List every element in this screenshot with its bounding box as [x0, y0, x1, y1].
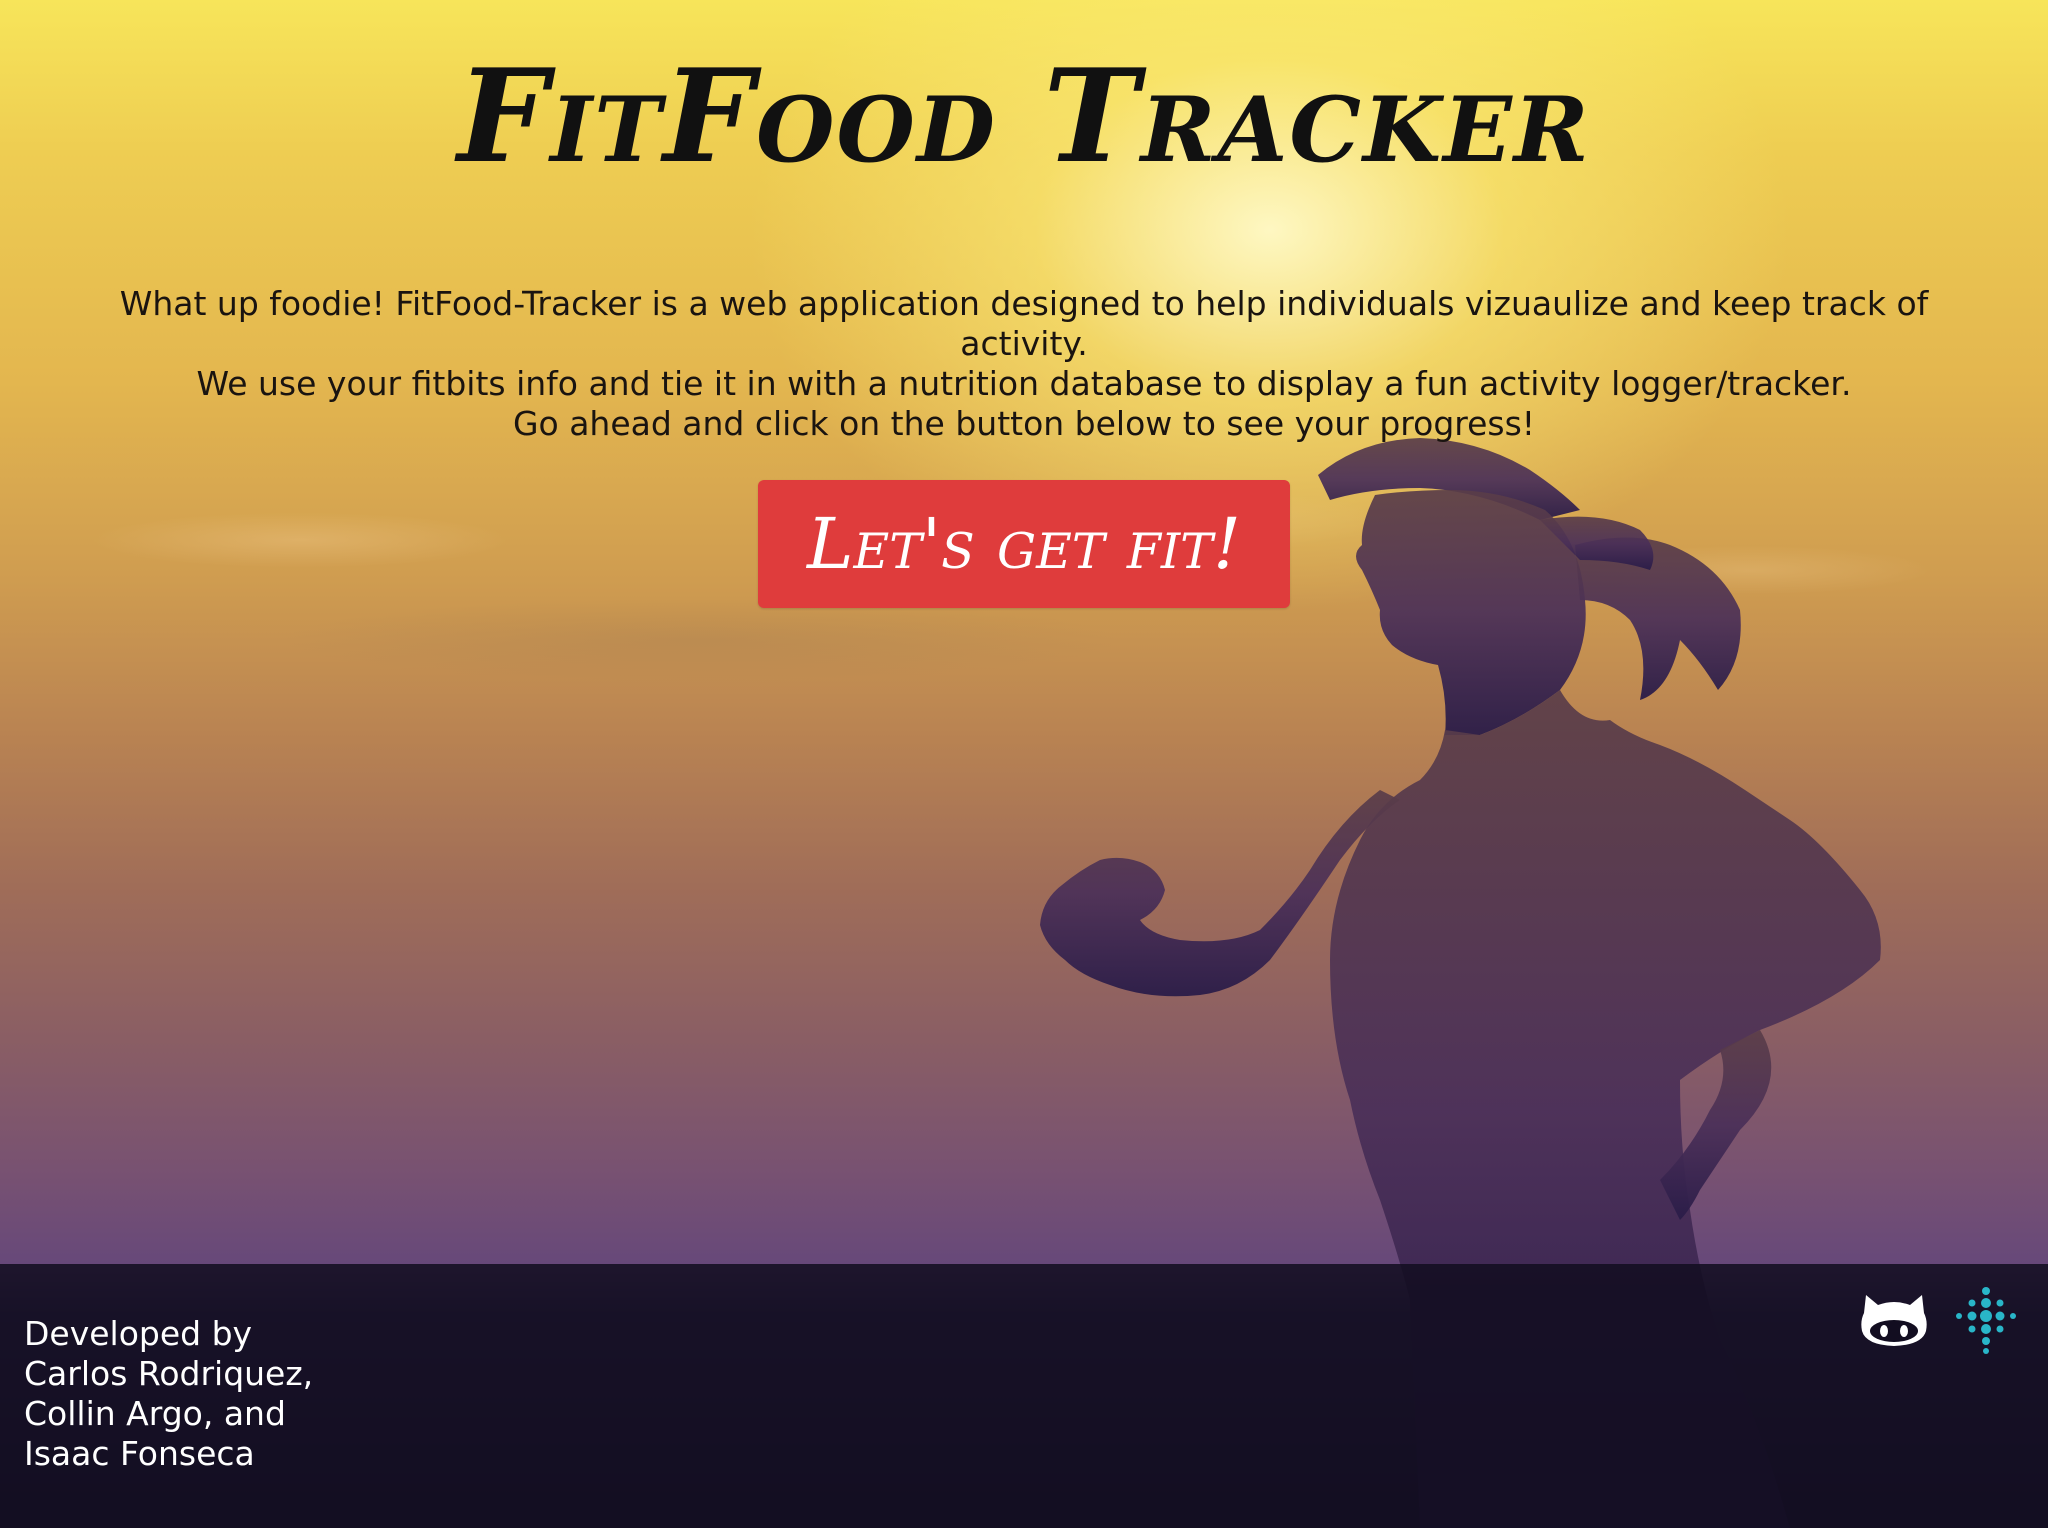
footer: Developed by Carlos Rodriquez, Collin Ar… — [0, 1264, 2048, 1528]
page-title: FitFood Tracker — [457, 42, 1591, 192]
intro-line-3: We use your fitbits info and tie it in w… — [196, 364, 1852, 403]
intro-line-4: Go ahead and click on the button below t… — [512, 404, 1536, 443]
lets-get-fit-button[interactable]: Let's get fit! — [758, 480, 1290, 608]
github-link[interactable] — [1858, 1284, 1930, 1356]
developer-name: Isaac Fonseca — [24, 1434, 255, 1473]
fitbit-icon — [1956, 1287, 2016, 1354]
developer-credits: Developed by Carlos Rodriquez, Collin Ar… — [24, 1314, 313, 1474]
developer-name: Collin Argo, and — [24, 1394, 286, 1433]
github-icon — [1861, 1295, 1927, 1346]
intro-line-2: activity. — [960, 324, 1088, 363]
intro-line-1: What up foodie! FitFood-Tracker is a web… — [119, 284, 1929, 323]
intro-text: What up foodie! FitFood-Tracker is a web… — [30, 284, 2018, 444]
fitbit-link[interactable] — [1950, 1284, 2022, 1356]
developer-name: Carlos Rodriquez, — [24, 1354, 314, 1393]
developed-by-label: Developed by — [24, 1314, 253, 1353]
footer-icons — [1858, 1284, 2022, 1356]
